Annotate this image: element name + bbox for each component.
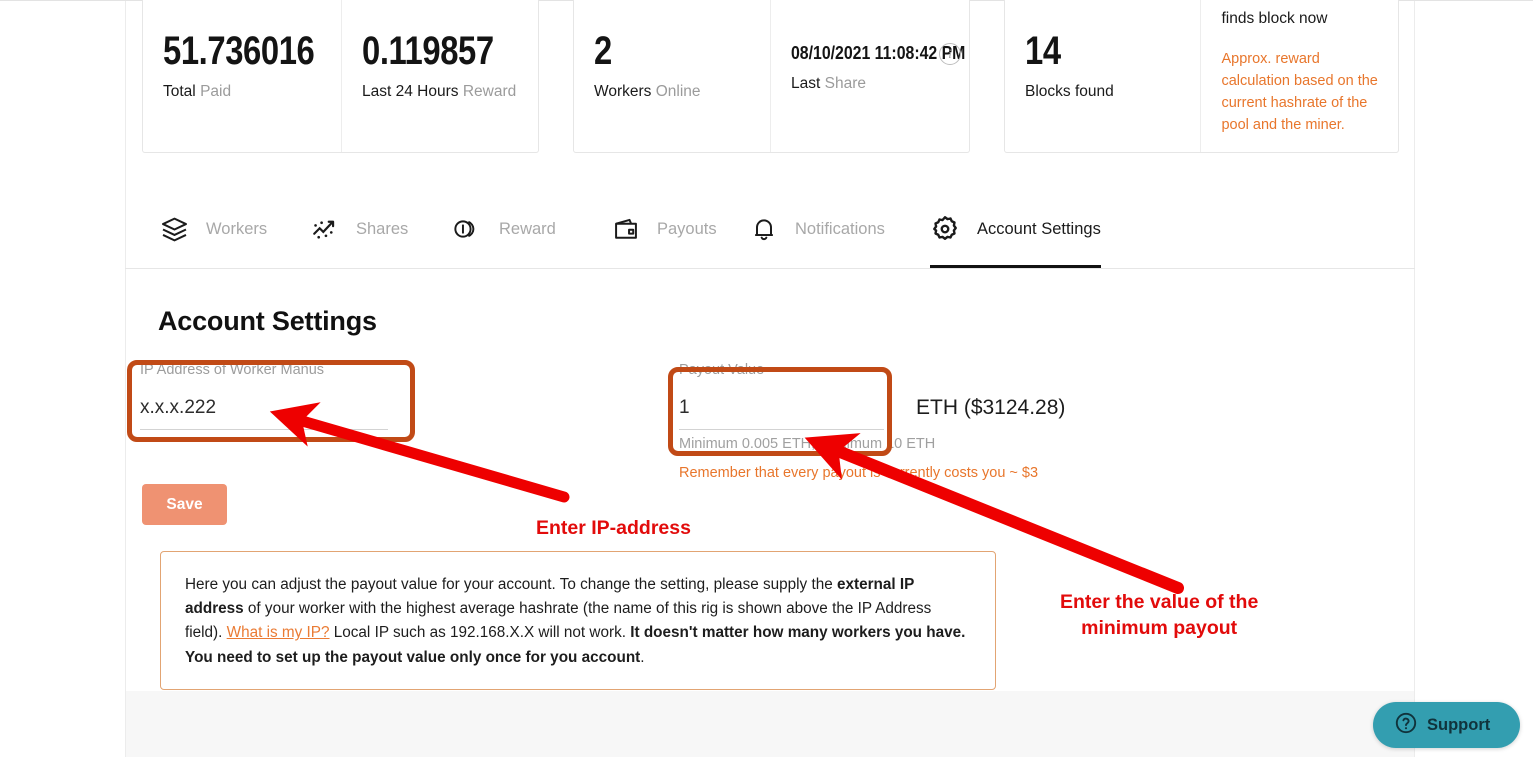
coins-icon (452, 214, 482, 244)
support-label: Support (1427, 715, 1491, 734)
stat-workers-online: 2 Workers Online (574, 0, 770, 152)
tab-shares[interactable]: Shares (310, 190, 408, 268)
stat-label-muted: Share (824, 75, 866, 92)
tab-label: Workers (206, 219, 268, 238)
ip-address-input[interactable]: x.x.x.222 (140, 379, 388, 430)
payout-cost-warning: Remember that every payout is currently … (679, 465, 1039, 481)
help-text-p3: Local IP such as 192.168.X.X will not wo… (329, 624, 631, 642)
stat-label-muted: Paid (200, 83, 232, 100)
wallet-icon (612, 215, 640, 243)
tab-underline (750, 265, 885, 268)
stat-label: Last Share (791, 73, 956, 94)
tab-label: Account Settings (977, 219, 1101, 238)
stat-label: Blocks found (1025, 81, 1190, 102)
stat-last-24h-reward: 0.119857 Last 24 Hours Reward (341, 0, 538, 152)
stat-value: 2 (594, 29, 612, 73)
tab-underline (930, 265, 1101, 268)
payout-currency-suffix: ETH ($3124.28) (916, 396, 1066, 419)
stat-value: 14 (1025, 29, 1061, 73)
reward-note-top: finds block now (1221, 10, 1328, 27)
help-info-box: Here you can adjust the payout value for… (160, 551, 996, 690)
tab-reward[interactable]: Reward (452, 190, 556, 268)
stat-label-muted: Reward (462, 83, 517, 100)
stat-label-main: Workers (594, 83, 652, 100)
stat-label-main: Last (791, 75, 821, 92)
stat-label-muted: Online (655, 83, 701, 100)
what-is-my-ip-link[interactable]: What is my IP? (227, 624, 330, 641)
stat-value: 0.119857 (362, 29, 494, 73)
stats-card-group-1: 51.736016 Total Paid 0.119857 Last 24 Ho… (142, 0, 539, 153)
stat-label-main: Blocks found (1025, 83, 1114, 100)
tab-label: Payouts (657, 219, 717, 238)
save-button[interactable]: Save (142, 484, 227, 525)
stats-cards-row: 51.736016 Total Paid 0.119857 Last 24 Ho… (142, 0, 1399, 153)
help-info-text: Here you can adjust the payout value for… (185, 573, 971, 670)
ip-address-field[interactable]: IP Address of Worker Manus x.x.x.222 (140, 361, 388, 430)
tab-account-settings[interactable]: Account Settings (930, 190, 1101, 268)
stat-label: Last 24 Hours Reward (362, 81, 527, 102)
tab-underline (452, 265, 556, 268)
stat-reward-note: finds block now Approx. reward calculati… (1200, 0, 1398, 152)
payout-value-input[interactable]: 1 (679, 379, 884, 430)
stat-label: Workers Online (594, 81, 759, 102)
stat-value: 51.736016 (163, 29, 315, 73)
tab-underline (612, 265, 717, 268)
help-text-p1: Here you can adjust the payout value for… (185, 576, 837, 593)
bell-icon (750, 215, 778, 243)
payout-value-field[interactable]: Payout Value 1 Minimum 0.005 ETH, Maximu… (679, 361, 936, 454)
tab-payouts[interactable]: Payouts (612, 190, 717, 268)
ip-address-label: IP Address of Worker Manus (140, 362, 325, 378)
scatter-chart-icon (310, 215, 339, 244)
tab-label: Shares (356, 219, 409, 238)
stat-label-main: Last 24 Hours (362, 83, 459, 100)
stat-total-paid: 51.736016 Total Paid (143, 0, 341, 152)
layers-icon (160, 215, 189, 244)
tab-notifications[interactable]: Notifications (750, 190, 885, 268)
stat-label: Total Paid (163, 81, 328, 102)
tab-label: Reward (499, 219, 556, 238)
support-widget[interactable]: Support (1373, 702, 1520, 748)
tab-underline (160, 265, 267, 268)
page-root: 51.736016 Total Paid 0.119857 Last 24 Ho… (0, 0, 1533, 757)
tab-underline (310, 265, 408, 268)
tab-workers[interactable]: Workers (160, 190, 267, 268)
stats-card-group-3: 14 Blocks found finds block now Approx. … (1004, 0, 1399, 153)
page-title: Account Settings (158, 306, 377, 336)
tab-bar: Workers Shares Reward Payouts Notificati… (125, 190, 1415, 269)
reward-note-body: Approx. reward calculation based on the … (1221, 51, 1378, 133)
stats-card-group-2: 2 Workers Online 08/10/2021 11:08:42 PM … (573, 0, 970, 153)
info-icon[interactable]: i (939, 43, 961, 65)
gear-icon (930, 214, 960, 244)
tab-label: Notifications (795, 219, 885, 238)
help-text-p4: . (640, 648, 645, 666)
stat-label-main: Total (163, 83, 196, 100)
footer-strip (125, 691, 1415, 757)
stat-blocks-found: 14 Blocks found (1005, 0, 1200, 152)
payout-value-hint: Minimum 0.005 ETH, Maximum 10 ETH (679, 436, 936, 452)
question-circle-icon (1394, 711, 1418, 740)
stat-last-share: 08/10/2021 11:08:42 PM i Last Share (770, 0, 969, 152)
payout-value-label: Payout Value (679, 362, 765, 378)
